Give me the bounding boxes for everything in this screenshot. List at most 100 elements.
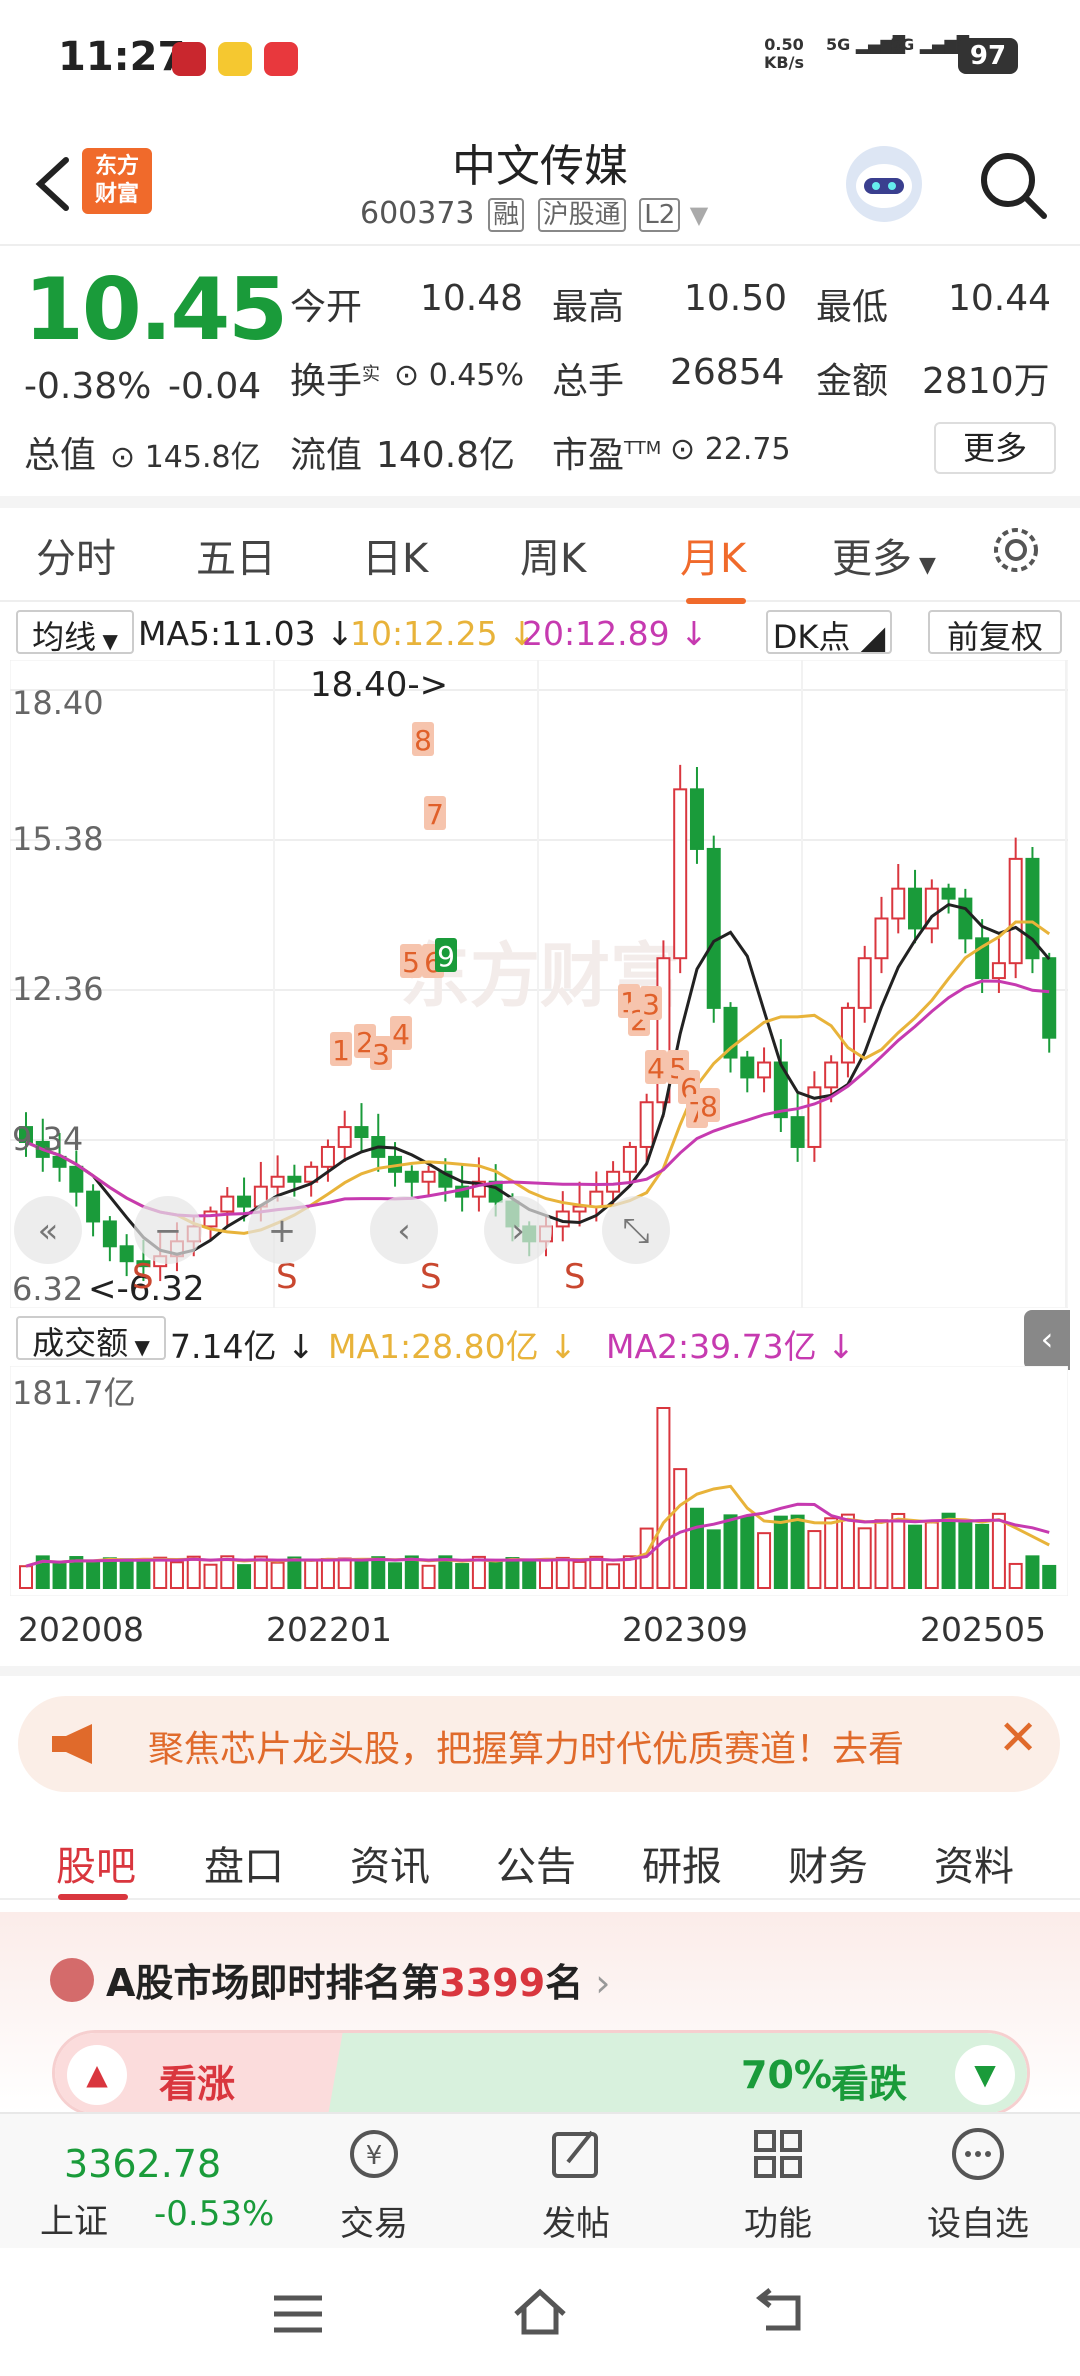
close-icon[interactable]: ✕ (998, 1710, 1038, 1766)
edit-icon (552, 2130, 598, 2178)
volume-bar (102, 1557, 117, 1589)
float-value: 140.8亿 (376, 435, 516, 476)
promo-banner[interactable]: 聚焦芯片龙头股，把握算力时代优质赛道！去看 ✕ (18, 1696, 1060, 1792)
volume-bar (421, 1564, 436, 1589)
more-dots-icon (952, 2128, 1004, 2180)
signal-marker: 9 (437, 940, 455, 973)
tab-news[interactable]: 资讯 (350, 1834, 430, 1892)
volume-bar (388, 1562, 403, 1589)
nav-add-watchlist[interactable]: 设自选 (898, 2124, 1058, 2245)
nav-trade[interactable]: ¥ 交易 (294, 2124, 454, 2245)
chart-control-icon: ⤡ (622, 1211, 649, 1251)
tab-financials[interactable]: 财务 (788, 1834, 868, 1892)
tab-daily[interactable]: 日K (362, 526, 428, 584)
volume-bar (169, 1561, 184, 1589)
back-icon[interactable] (752, 2288, 808, 2336)
volume-bar (1025, 1555, 1040, 1590)
candle (757, 1061, 772, 1079)
collapse-panel-button[interactable]: ‹ (1024, 1310, 1070, 1370)
volume-bar (153, 1556, 168, 1589)
ma-select[interactable]: 均线 ▼ (16, 610, 134, 656)
volume-bar (908, 1524, 923, 1589)
tab-weekly[interactable]: 周K (520, 526, 586, 584)
date-label: 202505 (920, 1610, 1046, 1649)
candle (421, 1170, 436, 1183)
candle (404, 1170, 419, 1183)
candle (572, 1205, 587, 1213)
triangle-up-icon[interactable]: ▲ (67, 2045, 127, 2105)
tab-monthly[interactable]: 月K (680, 526, 746, 584)
volume-bar (86, 1560, 101, 1589)
signal-marker: 4 (647, 1052, 665, 1085)
candle (874, 917, 889, 960)
chart-control-icon: › (511, 1211, 525, 1251)
index-change[interactable]: -0.53% (154, 2194, 274, 2234)
tab-more[interactable]: 更多 ▼ (832, 526, 936, 584)
gear-icon[interactable] (988, 522, 1044, 578)
adjust-select[interactable]: 前复权 (928, 610, 1062, 656)
tab-intraday[interactable]: 分时 (36, 526, 116, 584)
tab-research[interactable]: 研报 (642, 1834, 722, 1892)
candle (840, 1006, 855, 1064)
index-value[interactable]: 3362.78 (64, 2142, 221, 2186)
signal-marker: 4 (392, 1018, 410, 1051)
candle (908, 887, 923, 930)
volume-select[interactable]: 成交额 ▼ (16, 1316, 166, 1362)
candle (689, 788, 704, 850)
vote-down-area[interactable] (327, 2033, 1027, 2113)
amount-value: 2810万 (922, 361, 1050, 402)
chart-control-icon: ‹ (397, 1211, 411, 1251)
battery-indicator: 97 (958, 38, 1018, 74)
divider (0, 1666, 1080, 1676)
nav-post[interactable]: 发帖 (496, 2124, 656, 2245)
vote-up-label: 看涨 (159, 2062, 236, 2106)
home-icon[interactable] (510, 2286, 570, 2338)
menu-icon[interactable] (270, 2292, 326, 2336)
pe-value: ⊙ 22.75 (670, 432, 791, 467)
tab-profile[interactable]: 资料 (934, 1834, 1014, 1892)
date-label: 202309 (622, 1610, 748, 1649)
tab-5day[interactable]: 五日 (196, 526, 276, 584)
candle (639, 1101, 654, 1148)
volume-bar (136, 1559, 151, 1589)
volume-bar (656, 1407, 671, 1589)
volume-bar (807, 1530, 822, 1589)
high-label: 最高 (552, 287, 625, 328)
volume-bar (975, 1523, 990, 1590)
nav-functions[interactable]: 功能 (698, 2124, 858, 2245)
vote-down-percent: 70% (741, 2053, 832, 2097)
change-amount: -0.04 (168, 366, 262, 407)
tab-announcements[interactable]: 公告 (496, 1834, 576, 1892)
signal-marker: 5 (402, 946, 420, 979)
candle (1042, 957, 1057, 1039)
volume-bar (840, 1513, 855, 1589)
tab-forum[interactable]: 股吧 (56, 1834, 136, 1892)
ranking-text[interactable]: A股市场即时排名第3399名 › (106, 1952, 610, 2007)
more-button[interactable]: 更多 (934, 422, 1056, 474)
info-tabs: 股吧 盘口 资讯 公告 研报 财务 资料 (0, 1808, 1080, 1900)
candle (354, 1126, 369, 1139)
volume-ma2: MA2:39.73亿 ↓ (606, 1327, 855, 1366)
search-icon[interactable] (976, 148, 1050, 222)
index-name[interactable]: 上证 (40, 2194, 108, 2243)
tag-l2: L2 (639, 198, 681, 232)
chevron-down-icon[interactable]: ▼ (690, 201, 708, 229)
turnover-value: ⊙ 0.45% (394, 358, 524, 393)
volume-bar (991, 1512, 1006, 1590)
volume-bar (673, 1468, 688, 1589)
volume-bar (1008, 1562, 1023, 1589)
dk-point-select[interactable]: DK点 ◢ (766, 610, 892, 656)
y-tick-label: 12.36 (12, 970, 104, 1008)
amount-label: 金额 (816, 361, 889, 402)
tab-orderbook[interactable]: 盘口 (204, 1834, 284, 1892)
candle (606, 1170, 621, 1193)
volume-bar (555, 1556, 570, 1589)
candlestick-chart[interactable]: 东方财富18.4015.3812.369.346.3218.40-><-6.32… (10, 660, 1068, 1308)
robot-assistant-icon[interactable] (846, 146, 922, 222)
triangle-down-icon[interactable]: ▼ (955, 2045, 1015, 2105)
volume-bar (589, 1555, 604, 1590)
pe-label: 市盈TTM (552, 435, 662, 476)
volume-bar (186, 1555, 201, 1589)
volume-indicator-row: 成交额 ▼ 7.14亿 ↓ MA1:28.80亿 ↓ MA2:39.73亿 ↓ … (10, 1310, 1080, 1370)
low-label: 最低 (816, 287, 889, 328)
